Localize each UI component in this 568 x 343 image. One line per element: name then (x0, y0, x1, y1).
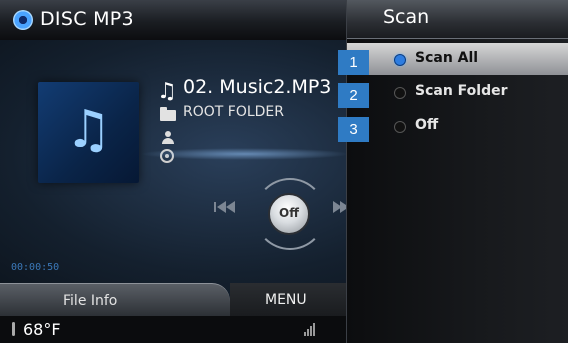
status-bar: 68°F (0, 316, 346, 343)
source-label: DISC MP3 (40, 8, 134, 30)
music-note-icon: ♫ (65, 100, 112, 160)
folder-icon (160, 107, 176, 121)
scan-option-scan-folder[interactable]: Scan Folder (347, 76, 568, 108)
scan-off-label: Off (279, 206, 299, 220)
signal-icon (304, 322, 316, 336)
temperature: 68°F (23, 320, 61, 339)
option-number-badge: 1 (338, 50, 369, 75)
option-number-badge: 2 (338, 83, 369, 108)
music-note-icon: ♫ (157, 79, 177, 104)
file-info-label: File Info (63, 293, 118, 309)
option-number-badge: 3 (338, 117, 369, 142)
scan-option-label: Off (415, 117, 439, 133)
folder-label: ROOT FOLDER (183, 104, 284, 120)
menu-button[interactable]: MENU (230, 283, 346, 316)
scan-option-off[interactable]: Off (347, 110, 568, 142)
album-art: ♫ (38, 82, 139, 183)
bottom-tabs: File Info MENU (0, 283, 346, 317)
scan-option-label: Scan All (415, 50, 479, 66)
radio-icon (394, 121, 406, 133)
light-streak (140, 148, 350, 160)
scan-option-label: Scan Folder (415, 83, 508, 99)
head-unit-screen: DISC MP3 ♫ ♫ 02. Music2.MP3 ROOT FOLDER … (0, 0, 568, 343)
thermometer-icon (12, 322, 15, 336)
track-title: 02. Music2.MP3 (183, 76, 332, 98)
scan-panel: Scan Scan All Scan Folder Off (346, 0, 568, 343)
menu-label: MENU (265, 292, 307, 308)
disc-icon (13, 10, 33, 30)
scan-option-scan-all[interactable]: Scan All (347, 43, 568, 75)
scan-off-button[interactable]: Off (268, 193, 310, 235)
radio-selected-icon (394, 54, 406, 66)
play-time: 00:00:50 (11, 262, 60, 273)
radio-icon (394, 87, 406, 99)
file-info-button[interactable]: File Info (0, 283, 230, 317)
scan-header: Scan (347, 0, 568, 39)
scan-title: Scan (383, 6, 430, 28)
artist-icon (161, 131, 175, 145)
previous-track-icon[interactable] (214, 200, 236, 214)
